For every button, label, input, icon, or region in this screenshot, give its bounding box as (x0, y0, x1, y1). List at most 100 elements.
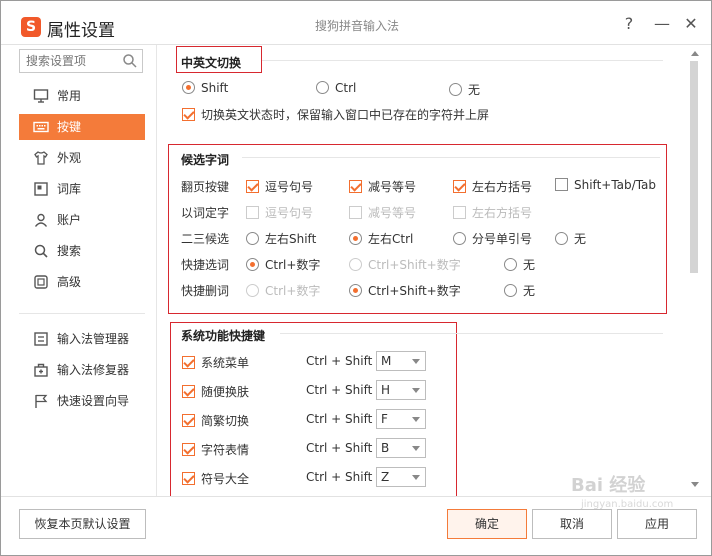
settings-window: S 属性设置 搜狗拼音输入法 ? — ✕ 常用 按键 外观 词库 账户 搜索 高… (0, 0, 712, 556)
shortcut-key-select[interactable]: B (376, 438, 426, 458)
fix-word-brackets[interactable]: 左右方括号 (453, 204, 532, 221)
shortcut-key-select[interactable]: H (376, 380, 426, 400)
minimize-button[interactable]: — (652, 14, 672, 34)
checkbox-icon[interactable] (555, 178, 568, 191)
page-key-shift-tab[interactable]: Shift+Tab/Tab (555, 178, 656, 192)
sidebar-tool-label: 输入法管理器 (57, 332, 130, 346)
second-third-shift[interactable]: 左右Shift (246, 230, 316, 247)
shortcut-row-skin[interactable]: 随便换肤 (182, 383, 249, 400)
baidu-watermark: Bai 经验 jingyan.baidu.com (571, 475, 674, 510)
sidebar-tool-manager[interactable]: 输入法管理器 (19, 326, 145, 352)
second-third-ctrl[interactable]: 左右Ctrl (349, 230, 413, 247)
scroll-up-icon[interactable] (691, 51, 699, 56)
radio-icon[interactable] (555, 232, 568, 245)
checkbox-icon[interactable] (453, 206, 466, 219)
shortcut-row-system-menu[interactable]: 系统菜单 (182, 354, 249, 371)
fix-word-comma-period[interactable]: 逗号句号 (246, 204, 313, 221)
checkbox-icon[interactable] (349, 180, 362, 193)
monitor-icon (33, 89, 49, 103)
quick-delete-ctrl-digit[interactable]: Ctrl+数字 (246, 282, 320, 299)
quick-select-ctrl-digit[interactable]: Ctrl+数字 (246, 256, 320, 273)
shortcut-key-select[interactable]: M (376, 351, 426, 371)
row-label-second-third: 二三候选 (181, 232, 230, 246)
shortcut-row-symbols[interactable]: 符号大全 (182, 470, 249, 487)
radio-icon[interactable] (246, 284, 259, 297)
manager-icon (34, 332, 48, 346)
switch-option-none[interactable]: 无 (449, 81, 480, 98)
radio-icon[interactable] (349, 284, 362, 297)
checkbox-icon[interactable] (182, 108, 195, 121)
sidebar-item-keys[interactable]: 按键 (19, 114, 145, 140)
radio-icon[interactable] (246, 258, 259, 271)
page-key-brackets[interactable]: 左右方括号 (453, 178, 532, 195)
radio-icon[interactable] (504, 258, 517, 271)
sidebar-item-advanced[interactable]: 高级 (19, 269, 145, 295)
sidebar-item-appearance[interactable]: 外观 (19, 145, 145, 171)
chevron-down-icon[interactable] (412, 388, 420, 393)
checkbox-icon[interactable] (349, 206, 362, 219)
sidebar-item-label: 按键 (57, 120, 82, 134)
chevron-down-icon[interactable] (412, 475, 420, 480)
keep-chars-checkbox[interactable]: 切换英文状态时，保留输入窗口中已存在的字符并上屏 (182, 106, 489, 123)
checkbox-icon[interactable] (246, 206, 259, 219)
advanced-icon (34, 275, 48, 289)
close-button[interactable]: ✕ (681, 14, 701, 34)
checkbox-icon[interactable] (182, 443, 195, 456)
page-key-comma-period[interactable]: 逗号句号 (246, 178, 313, 195)
section-divider (242, 157, 660, 158)
quick-select-ctrl-shift-digit[interactable]: Ctrl+Shift+数字 (349, 256, 461, 273)
switch-option-ctrl[interactable]: Ctrl (316, 81, 356, 95)
content-scrollbar[interactable] (688, 45, 702, 496)
fix-word-minus-equal[interactable]: 减号等号 (349, 204, 416, 221)
chevron-down-icon[interactable] (412, 359, 420, 364)
radio-icon[interactable] (449, 83, 462, 96)
checkbox-icon[interactable] (246, 180, 259, 193)
title-bar: S 属性设置 搜狗拼音输入法 ? — ✕ (1, 1, 711, 45)
cancel-button[interactable]: 取消 (532, 509, 612, 539)
radio-icon[interactable] (504, 284, 517, 297)
checkbox-icon[interactable] (453, 180, 466, 193)
radio-icon[interactable] (246, 232, 259, 245)
restore-defaults-button[interactable]: 恢复本页默认设置 (19, 509, 146, 539)
checkbox-icon[interactable] (182, 385, 195, 398)
shortcut-row-trad-simp[interactable]: 简繁切换 (182, 412, 249, 429)
flag-icon (35, 394, 48, 408)
help-button[interactable]: ? (619, 14, 639, 34)
shirt-icon (34, 151, 48, 165)
radio-icon[interactable] (453, 232, 466, 245)
second-third-none[interactable]: 无 (555, 230, 586, 247)
scroll-down-icon[interactable] (691, 482, 699, 487)
ok-button[interactable]: 确定 (447, 509, 527, 539)
radio-icon[interactable] (316, 81, 329, 94)
radio-icon[interactable] (182, 81, 195, 94)
scrollbar-thumb[interactable] (690, 61, 698, 273)
shortcut-row-emoticon[interactable]: 字符表情 (182, 441, 249, 458)
quick-delete-none[interactable]: 无 (504, 282, 535, 299)
sidebar-tool-label: 输入法修复器 (57, 363, 130, 377)
section-title-switch: 中英文切换 (181, 56, 242, 70)
page-key-minus-equal[interactable]: 减号等号 (349, 178, 416, 195)
checkbox-icon[interactable] (182, 472, 195, 485)
radio-icon[interactable] (349, 232, 362, 245)
quick-delete-ctrl-shift-digit[interactable]: Ctrl+Shift+数字 (349, 282, 461, 299)
shortcut-prefix: Ctrl + Shift + (306, 412, 387, 426)
apply-button[interactable]: 应用 (617, 509, 697, 539)
chevron-down-icon[interactable] (412, 417, 420, 422)
sidebar-item-account[interactable]: 账户 (19, 207, 145, 233)
sidebar-item-lexicon[interactable]: 词库 (19, 176, 145, 202)
switch-option-shift[interactable]: Shift (182, 81, 228, 95)
second-third-semicolon[interactable]: 分号单引号 (453, 230, 532, 247)
sidebar-tool-wizard[interactable]: 快速设置向导 (19, 388, 145, 414)
shortcut-key-select[interactable]: F (376, 409, 426, 429)
radio-icon[interactable] (349, 258, 362, 271)
sidebar-item-search[interactable]: 搜索 (19, 238, 145, 264)
sidebar-item-common[interactable]: 常用 (19, 83, 145, 109)
checkbox-icon[interactable] (182, 356, 195, 369)
shortcut-prefix: Ctrl + Shift + (306, 441, 387, 455)
sidebar-tool-repair[interactable]: 输入法修复器 (19, 357, 145, 383)
checkbox-icon[interactable] (182, 414, 195, 427)
shortcut-key-select[interactable]: Z (376, 467, 426, 487)
quick-select-none[interactable]: 无 (504, 256, 535, 273)
chevron-down-icon[interactable] (412, 446, 420, 451)
repair-icon (34, 363, 48, 377)
